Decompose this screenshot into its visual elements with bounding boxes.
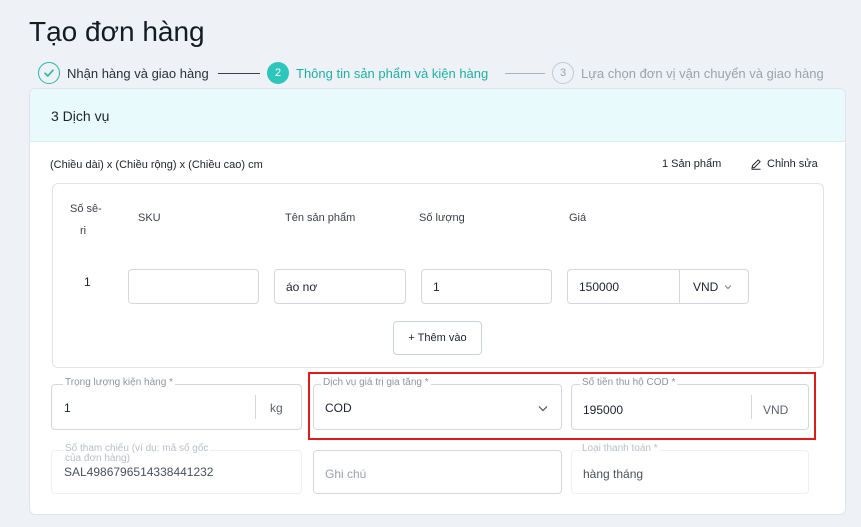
reference-label-line2: của đơn hàng): [65, 453, 130, 464]
weight-value: 1: [64, 401, 71, 415]
card-header: 3 Dịch vụ: [30, 89, 845, 142]
header-price: Giá: [569, 212, 587, 224]
step-connector: [218, 73, 260, 74]
price-input[interactable]: 150000 VND: [567, 269, 749, 304]
weight-label: Trọng lượng kiện hàng *: [63, 377, 175, 388]
edit-button[interactable]: Chỉnh sửa: [750, 158, 818, 170]
step-label: Lựa chọn đơn vị vận chuyển và giao hàng: [581, 65, 824, 81]
step-pickup-delivery[interactable]: Nhận hàng và giao hàng: [38, 62, 209, 84]
row-serial: 1: [84, 275, 91, 289]
weight-field[interactable]: [51, 384, 302, 430]
product-name-input[interactable]: áo nơ: [274, 269, 406, 304]
service-card: 3 Dịch vụ (Chiều dài) x (Chiều rộng) x (…: [29, 88, 846, 515]
quantity-input[interactable]: 1: [421, 269, 552, 304]
step-number: 3: [552, 62, 574, 84]
step-label: Nhận hàng và giao hàng: [67, 65, 209, 81]
header-serial: Số sê-: [70, 203, 102, 215]
header-quantity: Số lượng: [419, 212, 465, 224]
step-label: Thông tin sản phẩm và kiện hàng: [296, 65, 489, 81]
card-title: 3 Dịch vụ: [51, 108, 110, 124]
weight-unit: kg: [270, 401, 283, 415]
payment-type-label: Loại thanh toán *: [580, 443, 660, 454]
header-serial-cont: ri: [80, 225, 87, 237]
step-number: 2: [267, 62, 289, 84]
pencil-icon: [751, 159, 761, 170]
note-placeholder: Ghi chú: [325, 467, 367, 481]
reference-value: SAL498679651433844123​2: [64, 465, 214, 479]
weight-divider: [255, 395, 256, 419]
header-sku: SKU: [138, 212, 161, 224]
dimensions-label: (Chiều dài) x (Chiều rộng) x (Chiều cao)…: [50, 159, 263, 171]
price-value: 150000: [579, 279, 620, 294]
step-carrier[interactable]: 3 Lựa chọn đơn vị vận chuyển và giao hàn…: [552, 62, 824, 84]
step-connector: [505, 73, 545, 74]
product-count: 1 Sản phẩm: [662, 158, 722, 170]
edit-label: Chỉnh sửa: [767, 158, 818, 170]
step-product-info[interactable]: 2 Thông tin sản phẩm và kiện hàng: [267, 62, 488, 84]
highlight-box: [308, 372, 816, 440]
add-product-button[interactable]: + Thêm vào: [393, 321, 482, 355]
reference-label: Số tham chiếu (ví dụ: mã số gốc của đơn …: [63, 444, 211, 464]
currency-value: VND: [693, 279, 719, 294]
chevron-down-icon: [724, 284, 732, 289]
header-product-name: Tên sản phẩm: [285, 212, 356, 224]
check-icon: [38, 62, 60, 84]
sku-input[interactable]: [128, 269, 259, 304]
payment-type-value: hàng tháng: [583, 467, 644, 481]
currency-select[interactable]: VND: [680, 280, 732, 294]
page-title: Tạo đơn hàng: [29, 16, 205, 47]
